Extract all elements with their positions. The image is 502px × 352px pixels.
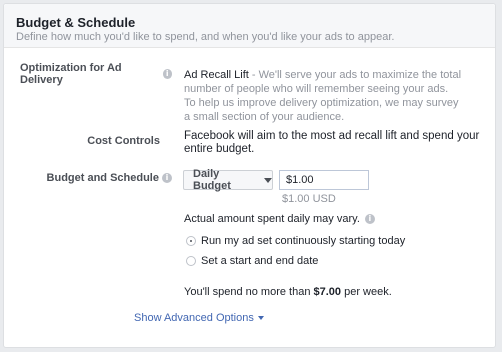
optimization-note-2: a small section of your audience.	[184, 111, 345, 123]
budget-amount-input[interactable]	[279, 170, 369, 190]
info-icon[interactable]: i	[162, 69, 172, 79]
cost-controls-text: Facebook will aim to the most ad recall …	[184, 130, 484, 156]
variance-note: Actual amount spent daily may vary.	[184, 213, 360, 225]
optimization-note-1: To help us improve delivery optimization…	[184, 97, 459, 109]
radio-start-end-label[interactable]: Set a start and end date	[201, 255, 318, 267]
caret-down-icon	[264, 177, 272, 183]
optimization-label-row: Optimization for Ad Delivery i	[20, 62, 172, 86]
optimization-goal: Ad Recall Lift	[184, 69, 249, 81]
variance-note-row: Actual amount spent daily may vary. i	[184, 213, 375, 225]
weekly-amount: $7.00	[313, 286, 342, 298]
optimization-desc-2: number of people who will remember seein…	[184, 83, 449, 95]
info-icon[interactable]: i	[364, 214, 375, 224]
weekly-prefix: You'll spend no more than	[184, 286, 314, 298]
optimization-note: To help us improve delivery optimization…	[184, 96, 484, 124]
budget-usd-amount: $1.00 USD	[282, 193, 336, 205]
budget-label-row: Budget and Schedule i	[20, 171, 172, 185]
cost-controls-line-2: entire budget.	[184, 143, 255, 155]
budget-type-dropdown[interactable]: Daily Budget	[183, 168, 273, 192]
weekly-suffix: per week.	[341, 286, 392, 298]
budget-label: Budget and Schedule	[46, 172, 159, 184]
budget-type-label: Daily Budget	[193, 168, 231, 192]
weekly-spend-text: You'll spend no more than $7.00 per week…	[184, 286, 392, 298]
optimization-label: Optimization for Ad Delivery	[20, 62, 122, 86]
section-title: Budget & Schedule	[16, 15, 136, 30]
radio-start-end[interactable]	[186, 256, 196, 266]
section-subtitle: Define how much you'd like to spend, and…	[16, 31, 395, 43]
caret-down-icon	[257, 316, 264, 320]
radio-continuous[interactable]	[186, 236, 196, 246]
cost-controls-label: Cost Controls	[87, 135, 160, 147]
radio-continuous-label[interactable]: Run my ad set continuously starting toda…	[201, 235, 405, 247]
cost-controls-label-row: Cost Controls	[20, 134, 160, 148]
show-advanced-options-label: Show Advanced Options	[134, 312, 254, 324]
info-icon[interactable]: i	[162, 173, 172, 183]
optimization-value: Ad Recall Lift - We'll serve your ads to…	[184, 68, 484, 96]
optimization-desc-1: - We'll serve your ads to maximize the t…	[248, 69, 462, 81]
section-header: Budget & Schedule Define how much you'd …	[4, 4, 495, 48]
show-advanced-options-link[interactable]: Show Advanced Options	[134, 312, 264, 324]
cost-controls-line-1: Facebook will aim to the most ad recall …	[184, 130, 480, 142]
